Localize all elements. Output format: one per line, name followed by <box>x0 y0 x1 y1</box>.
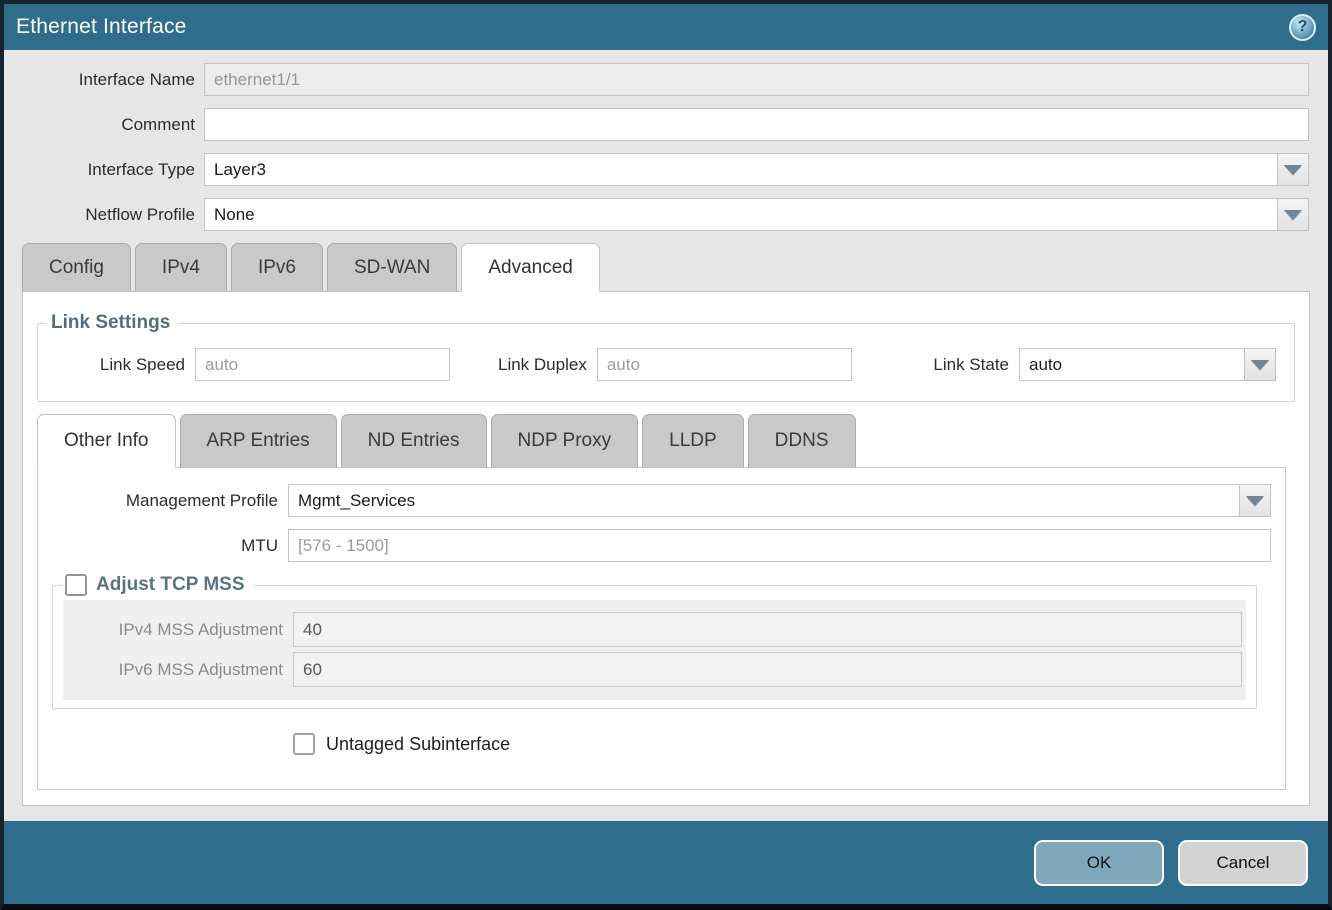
comment-label: Comment <box>4 115 204 135</box>
link-settings-group: Link Settings Link Speed Link Duplex Lin… <box>37 312 1295 402</box>
mtu-field[interactable] <box>288 529 1271 562</box>
mtu-label: MTU <box>38 536 288 556</box>
interface-type-label: Interface Type <box>4 160 204 180</box>
sub-tabstrip: Other Info ARP Entries ND Entries NDP Pr… <box>37 414 1295 468</box>
untagged-subinterface-row: Untagged Subinterface <box>293 733 1285 755</box>
management-profile-row: Management Profile <box>38 484 1285 517</box>
subtab-nd-entries[interactable]: ND Entries <box>341 414 487 468</box>
tab-ipv4[interactable]: IPv4 <box>135 243 227 292</box>
chevron-down-icon <box>1251 360 1269 370</box>
untagged-subinterface-label: Untagged Subinterface <box>326 734 510 755</box>
dialog-footer: OK Cancel <box>4 821 1328 904</box>
cancel-button[interactable]: Cancel <box>1178 840 1308 886</box>
ipv4-mss-field <box>293 612 1242 647</box>
link-state-label: Link State <box>933 355 1019 375</box>
interface-name-label: Interface Name <box>4 70 204 90</box>
link-state-dropdown-button[interactable] <box>1244 348 1276 381</box>
interface-type-value[interactable] <box>204 153 1277 186</box>
link-duplex-label: Link Duplex <box>498 355 597 375</box>
subtab-ddns[interactable]: DDNS <box>748 414 856 468</box>
interface-name-row: Interface Name <box>4 63 1328 96</box>
management-profile-dropdown-button[interactable] <box>1239 484 1271 517</box>
link-speed-field[interactable] <box>195 348 450 381</box>
comment-row: Comment <box>4 108 1328 141</box>
dialog-title: Ethernet Interface <box>16 15 187 39</box>
interface-name-field <box>204 63 1309 96</box>
link-state-select[interactable] <box>1019 348 1276 381</box>
chevron-down-icon <box>1284 210 1302 220</box>
untagged-subinterface-checkbox[interactable] <box>293 733 315 755</box>
chevron-down-icon <box>1284 165 1302 175</box>
mss-disabled-area: IPv4 MSS Adjustment IPv6 MSS Adjustment <box>63 600 1246 700</box>
subtab-lldp[interactable]: LLDP <box>642 414 744 468</box>
adjust-tcp-mss-checkbox[interactable] <box>65 574 87 596</box>
main-tabstrip: Config IPv4 IPv6 SD-WAN Advanced <box>4 243 1328 292</box>
dialog-titlebar: Ethernet Interface ? <box>4 4 1328 50</box>
interface-type-dropdown-button[interactable] <box>1277 153 1309 186</box>
management-profile-select[interactable] <box>288 484 1271 517</box>
ipv4-mss-label: IPv4 MSS Adjustment <box>63 620 293 640</box>
top-form: Interface Name Comment Interface Type <box>4 50 1328 243</box>
management-profile-value[interactable] <box>288 484 1239 517</box>
tab-sdwan[interactable]: SD-WAN <box>327 243 457 292</box>
link-duplex-row: Link Duplex <box>498 348 852 381</box>
link-speed-label: Link Speed <box>38 355 195 375</box>
link-speed-row: Link Speed <box>38 348 450 381</box>
advanced-panel: Link Settings Link Speed Link Duplex Lin… <box>22 291 1310 806</box>
netflow-profile-row: Netflow Profile <box>4 198 1328 231</box>
subtab-arp-entries[interactable]: ARP Entries <box>180 414 337 468</box>
help-icon[interactable]: ? <box>1289 14 1316 41</box>
netflow-profile-value[interactable] <box>204 198 1277 231</box>
netflow-profile-select[interactable] <box>204 198 1309 231</box>
netflow-profile-dropdown-button[interactable] <box>1277 198 1309 231</box>
tab-config[interactable]: Config <box>22 243 131 292</box>
other-info-panel: Management Profile MTU <box>37 467 1286 790</box>
link-settings-legend: Link Settings <box>46 312 178 334</box>
ipv6-mss-row: IPv6 MSS Adjustment <box>63 652 1246 687</box>
adjust-tcp-mss-group: Adjust TCP MSS IPv4 MSS Adjustment IPv6 … <box>52 574 1257 709</box>
tab-ipv6[interactable]: IPv6 <box>231 243 323 292</box>
ethernet-interface-dialog: Ethernet Interface ? Interface Name Comm… <box>0 0 1332 910</box>
interface-type-row: Interface Type <box>4 153 1328 186</box>
subtab-ndp-proxy[interactable]: NDP Proxy <box>491 414 639 468</box>
ok-button[interactable]: OK <box>1034 840 1164 886</box>
adjust-tcp-mss-title: Adjust TCP MSS <box>96 574 245 596</box>
ipv6-mss-label: IPv6 MSS Adjustment <box>63 660 293 680</box>
subtab-other-info[interactable]: Other Info <box>37 414 176 468</box>
link-state-row: Link State <box>933 348 1276 381</box>
netflow-profile-label: Netflow Profile <box>4 205 204 225</box>
adjust-tcp-mss-legend: Adjust TCP MSS <box>63 574 253 596</box>
management-profile-label: Management Profile <box>38 491 288 511</box>
comment-field[interactable] <box>204 108 1309 141</box>
mtu-row: MTU <box>38 529 1285 562</box>
link-duplex-field[interactable] <box>597 348 852 381</box>
link-state-value[interactable] <box>1019 348 1244 381</box>
interface-type-select[interactable] <box>204 153 1309 186</box>
ipv4-mss-row: IPv4 MSS Adjustment <box>63 612 1246 647</box>
ipv6-mss-field <box>293 652 1242 687</box>
tab-advanced[interactable]: Advanced <box>461 243 600 292</box>
chevron-down-icon <box>1246 496 1264 506</box>
